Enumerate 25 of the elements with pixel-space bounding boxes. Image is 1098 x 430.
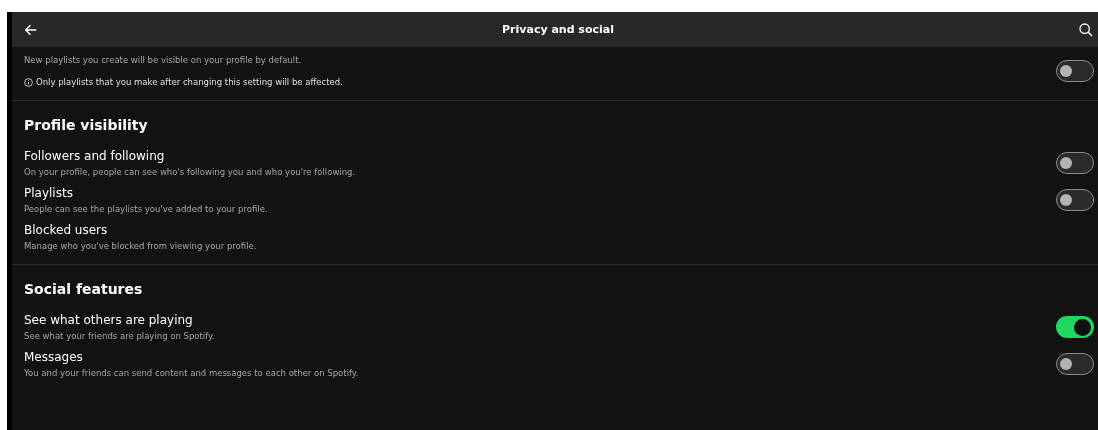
toggle-switch[interactable] — [1056, 60, 1094, 82]
setting-label: Followers and following — [24, 149, 166, 163]
setting-note: Only playlists that you make after changing this setting will be affected. — [36, 77, 343, 87]
setting-label: See what others are playing — [24, 313, 194, 327]
setting-description: On your profile, people can see who's following you and who you're following. — [24, 167, 356, 177]
toggle-switch[interactable] — [1056, 152, 1094, 174]
toggle-switch[interactable] — [1056, 316, 1094, 338]
toggle-switch[interactable] — [1056, 353, 1094, 375]
setting-description: New playlists you create will be visible on your profile by default. — [24, 55, 303, 65]
setting-description: See what your friends are playing on Spotify. — [24, 331, 215, 341]
setting-label: Blocked users — [24, 223, 109, 237]
setting-description: Manage who you've blocked from viewing your profile. — [24, 241, 257, 251]
search-button[interactable] — [1078, 21, 1094, 38]
setting-label: Messages — [24, 350, 84, 364]
setting-description: You and your friends can send content and messages to each other on Spotify. — [24, 368, 359, 378]
setting-label: Playlists — [24, 186, 74, 200]
toggle-switch[interactable] — [1056, 189, 1094, 211]
setting-description: People can see the playlists you've added to your profile. — [24, 204, 268, 214]
search-icon — [1078, 21, 1094, 38]
section-title: Profile visibility — [23, 117, 149, 135]
page-title: Privacy and social — [502, 23, 614, 36]
section-title: Social features — [23, 281, 144, 299]
back-arrow-icon — [24, 22, 38, 37]
info-icon — [24, 77, 33, 87]
back-button[interactable] — [24, 22, 38, 37]
